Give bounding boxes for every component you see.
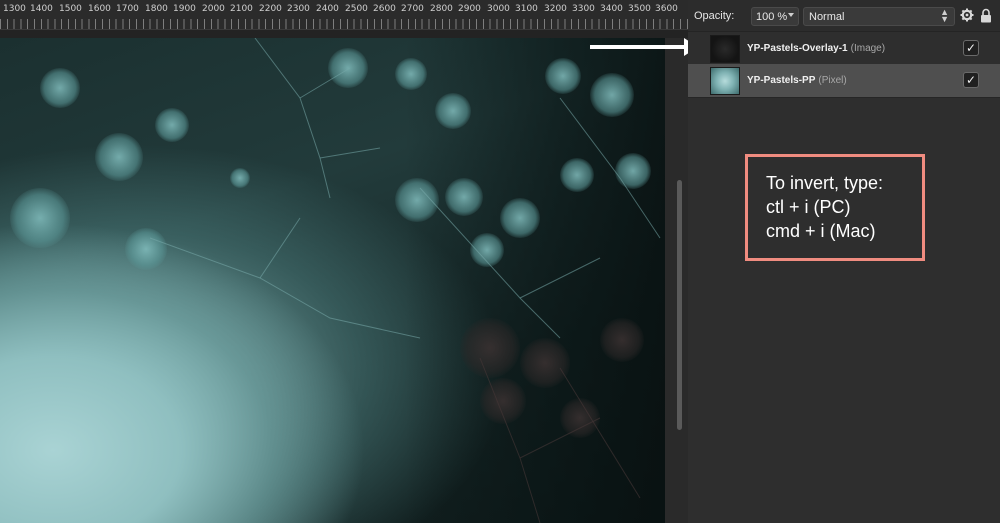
ruler-label: 3300 <box>572 4 595 14</box>
ruler-label: 2900 <box>458 4 481 14</box>
layer-type: (Pixel) <box>818 75 847 86</box>
ruler-label: 1800 <box>145 4 168 14</box>
horizontal-ruler: 1300 1400 1500 1600 1700 1800 1900 2000 … <box>0 0 688 30</box>
layer-row-pixel[interactable]: YP-Pastels-PP (Pixel) ✓ <box>688 64 1000 98</box>
layer-name-text: YP-Pastels-Overlay-1 <box>747 43 848 54</box>
ruler-label: 2400 <box>316 4 339 14</box>
document-canvas[interactable] <box>0 38 665 523</box>
ruler-label: 2800 <box>430 4 453 14</box>
ruler-label: 2200 <box>259 4 282 14</box>
ruler-label: 1700 <box>116 4 139 14</box>
layers-panel: Opacity: 100 % Normal ▲ ▼ YP-Pastels-Ove… <box>688 0 1000 523</box>
stem-lines <box>149 38 661 523</box>
ruler-label: 2300 <box>287 4 310 14</box>
ruler-label: 2600 <box>373 4 396 14</box>
ruler-gutter <box>0 30 688 38</box>
right-arrow-icon <box>590 45 688 49</box>
ruler-label: 3200 <box>544 4 567 14</box>
chevron-down-icon[interactable] <box>788 13 794 17</box>
ruler-label: 2000 <box>202 4 225 14</box>
ruler-label: 3600 <box>655 4 678 14</box>
layer-thumbnail <box>710 67 740 95</box>
ruler-label: 3400 <box>600 4 623 14</box>
up-down-chevron-icon: ▲ ▼ <box>940 7 949 24</box>
ruler-label: 1600 <box>88 4 111 14</box>
layer-visibility-checkbox[interactable]: ✓ <box>963 40 979 56</box>
ruler-label: 3500 <box>628 4 651 14</box>
layer-name: YP-Pastels-Overlay-1 (Image) <box>747 43 885 54</box>
ruler-label: 2700 <box>401 4 424 14</box>
ruler-label: 1300 <box>3 4 26 14</box>
opacity-input[interactable]: 100 % <box>751 7 799 26</box>
gear-icon[interactable] <box>960 8 974 22</box>
ruler-label: 1500 <box>59 4 82 14</box>
ruler-label: 2100 <box>230 4 253 14</box>
layer-row-overlay[interactable]: YP-Pastels-Overlay-1 (Image) ✓ <box>688 32 1000 68</box>
tip-line: To invert, type: <box>766 173 884 193</box>
layer-visibility-checkbox[interactable]: ✓ <box>963 72 979 88</box>
blend-mode-select[interactable]: Normal ▲ ▼ <box>803 7 955 26</box>
layer-name: YP-Pastels-PP (Pixel) <box>747 75 847 86</box>
ruler-label: 1900 <box>173 4 196 14</box>
ruler-label: 1400 <box>30 4 53 14</box>
ruler-ticks <box>0 19 688 29</box>
layer-thumbnail <box>710 35 740 63</box>
blend-mode-value: Normal <box>809 11 845 23</box>
invert-tip-callout: To invert, type: ctl + i (PC) cmd + i (M… <box>745 154 925 261</box>
layer-type: (Image) <box>850 43 886 54</box>
layer-name-text: YP-Pastels-PP <box>747 75 816 86</box>
opacity-value: 100 % <box>756 11 788 23</box>
lock-icon[interactable] <box>980 8 992 23</box>
ruler-label: 2500 <box>345 4 368 14</box>
tip-line: cmd + i (Mac) <box>766 221 876 241</box>
ruler-label: 3100 <box>515 4 538 14</box>
opacity-label: Opacity: <box>694 10 735 22</box>
layers-toolbar: Opacity: 100 % Normal ▲ ▼ <box>688 0 1000 32</box>
tip-line: ctl + i (PC) <box>766 197 851 217</box>
canvas-scrollbar-thumb[interactable] <box>677 180 682 430</box>
ruler-label: 3000 <box>487 4 510 14</box>
